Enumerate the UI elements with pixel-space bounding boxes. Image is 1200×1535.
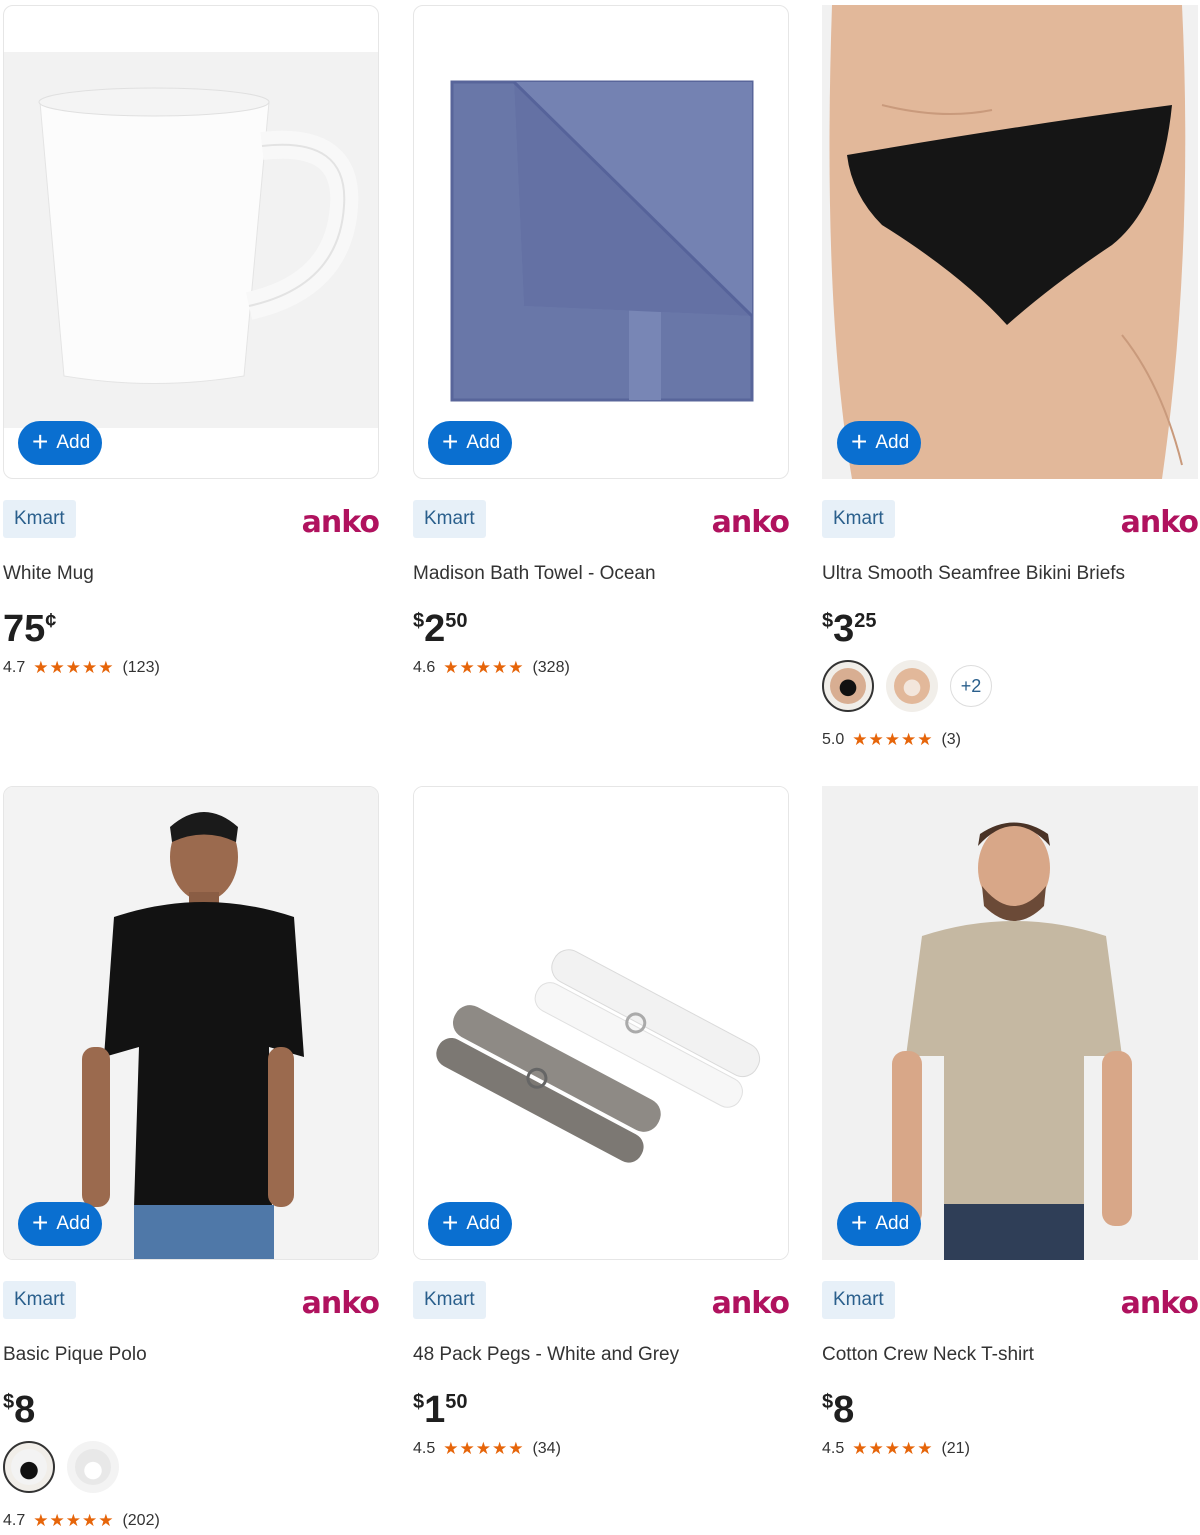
color-swatch-black[interactable] [3,1441,55,1493]
color-swatch-nude[interactable] [886,660,938,712]
product-price: $ 1 50 [413,1389,468,1431]
product-price: $ 8 [822,1389,855,1431]
more-swatches-button[interactable]: +2 [950,665,992,707]
store-tag: Kmart [822,1281,895,1319]
plus-icon: + [851,1206,868,1238]
add-to-cart-button[interactable]: + Add [837,1202,922,1246]
product-rating: 4.5 ★★★★★ (34) [413,1439,561,1458]
plus-icon: + [851,425,868,457]
brand-logo: anko [301,505,380,540]
color-swatches: +2 [822,660,992,712]
product-image[interactable] [822,786,1198,1260]
brand-logo: anko [1120,505,1199,540]
product-rating: 4.7 ★★★★★ (202) [3,1511,160,1530]
star-icons: ★★★★★ [852,730,934,749]
add-to-cart-button[interactable]: + Add [18,421,103,465]
brand-logo: anko [711,505,790,540]
product-rating: 4.6 ★★★★★ (328) [413,658,570,677]
plus-icon: + [32,1206,49,1238]
store-tag: Kmart [3,1281,76,1319]
product-image[interactable] [413,5,789,479]
plus-icon: + [442,425,459,457]
product-rating: 5.0 ★★★★★ (3) [822,730,962,749]
star-icons: ★★★★★ [852,1439,934,1458]
add-to-cart-button[interactable]: + Add [837,421,922,465]
product-title[interactable]: Madison Bath Towel - Ocean [413,563,656,585]
product-image[interactable] [3,5,379,479]
product-title[interactable]: Cotton Crew Neck T-shirt [822,1344,1034,1366]
store-tag: Kmart [413,1281,486,1319]
plus-icon: + [32,425,49,457]
product-price: 75 ¢ [3,608,57,650]
product-price: $ 3 25 [822,608,877,650]
product-price: $ 8 [3,1389,36,1431]
product-title[interactable]: 48 Pack Pegs - White and Grey [413,1344,679,1366]
product-image[interactable] [413,786,789,1260]
add-to-cart-button[interactable]: + Add [18,1202,103,1246]
store-tag: Kmart [413,500,486,538]
store-tag: Kmart [3,500,76,538]
color-swatch-white[interactable] [67,1441,119,1493]
product-rating: 4.5 ★★★★★ (21) [822,1439,970,1458]
product-rating: 4.7 ★★★★★ (123) [3,658,160,677]
add-to-cart-button[interactable]: + Add [428,421,513,465]
brand-logo: anko [301,1286,380,1321]
product-title[interactable]: Ultra Smooth Seamfree Bikini Briefs [822,563,1125,585]
product-title[interactable]: White Mug [3,563,94,585]
add-to-cart-button[interactable]: + Add [428,1202,513,1246]
product-image[interactable] [822,5,1198,479]
product-image[interactable] [3,786,379,1260]
plus-icon: + [442,1206,459,1238]
star-icons: ★★★★★ [443,1439,525,1458]
store-tag: Kmart [822,500,895,538]
star-icons: ★★★★★ [33,1511,115,1530]
brand-logo: anko [1120,1286,1199,1321]
product-price: $ 2 50 [413,608,468,650]
star-icons: ★★★★★ [33,658,115,677]
color-swatches [3,1441,119,1493]
product-title[interactable]: Basic Pique Polo [3,1344,147,1366]
brand-logo: anko [711,1286,790,1321]
star-icons: ★★★★★ [443,658,525,677]
color-swatch-black[interactable] [822,660,874,712]
